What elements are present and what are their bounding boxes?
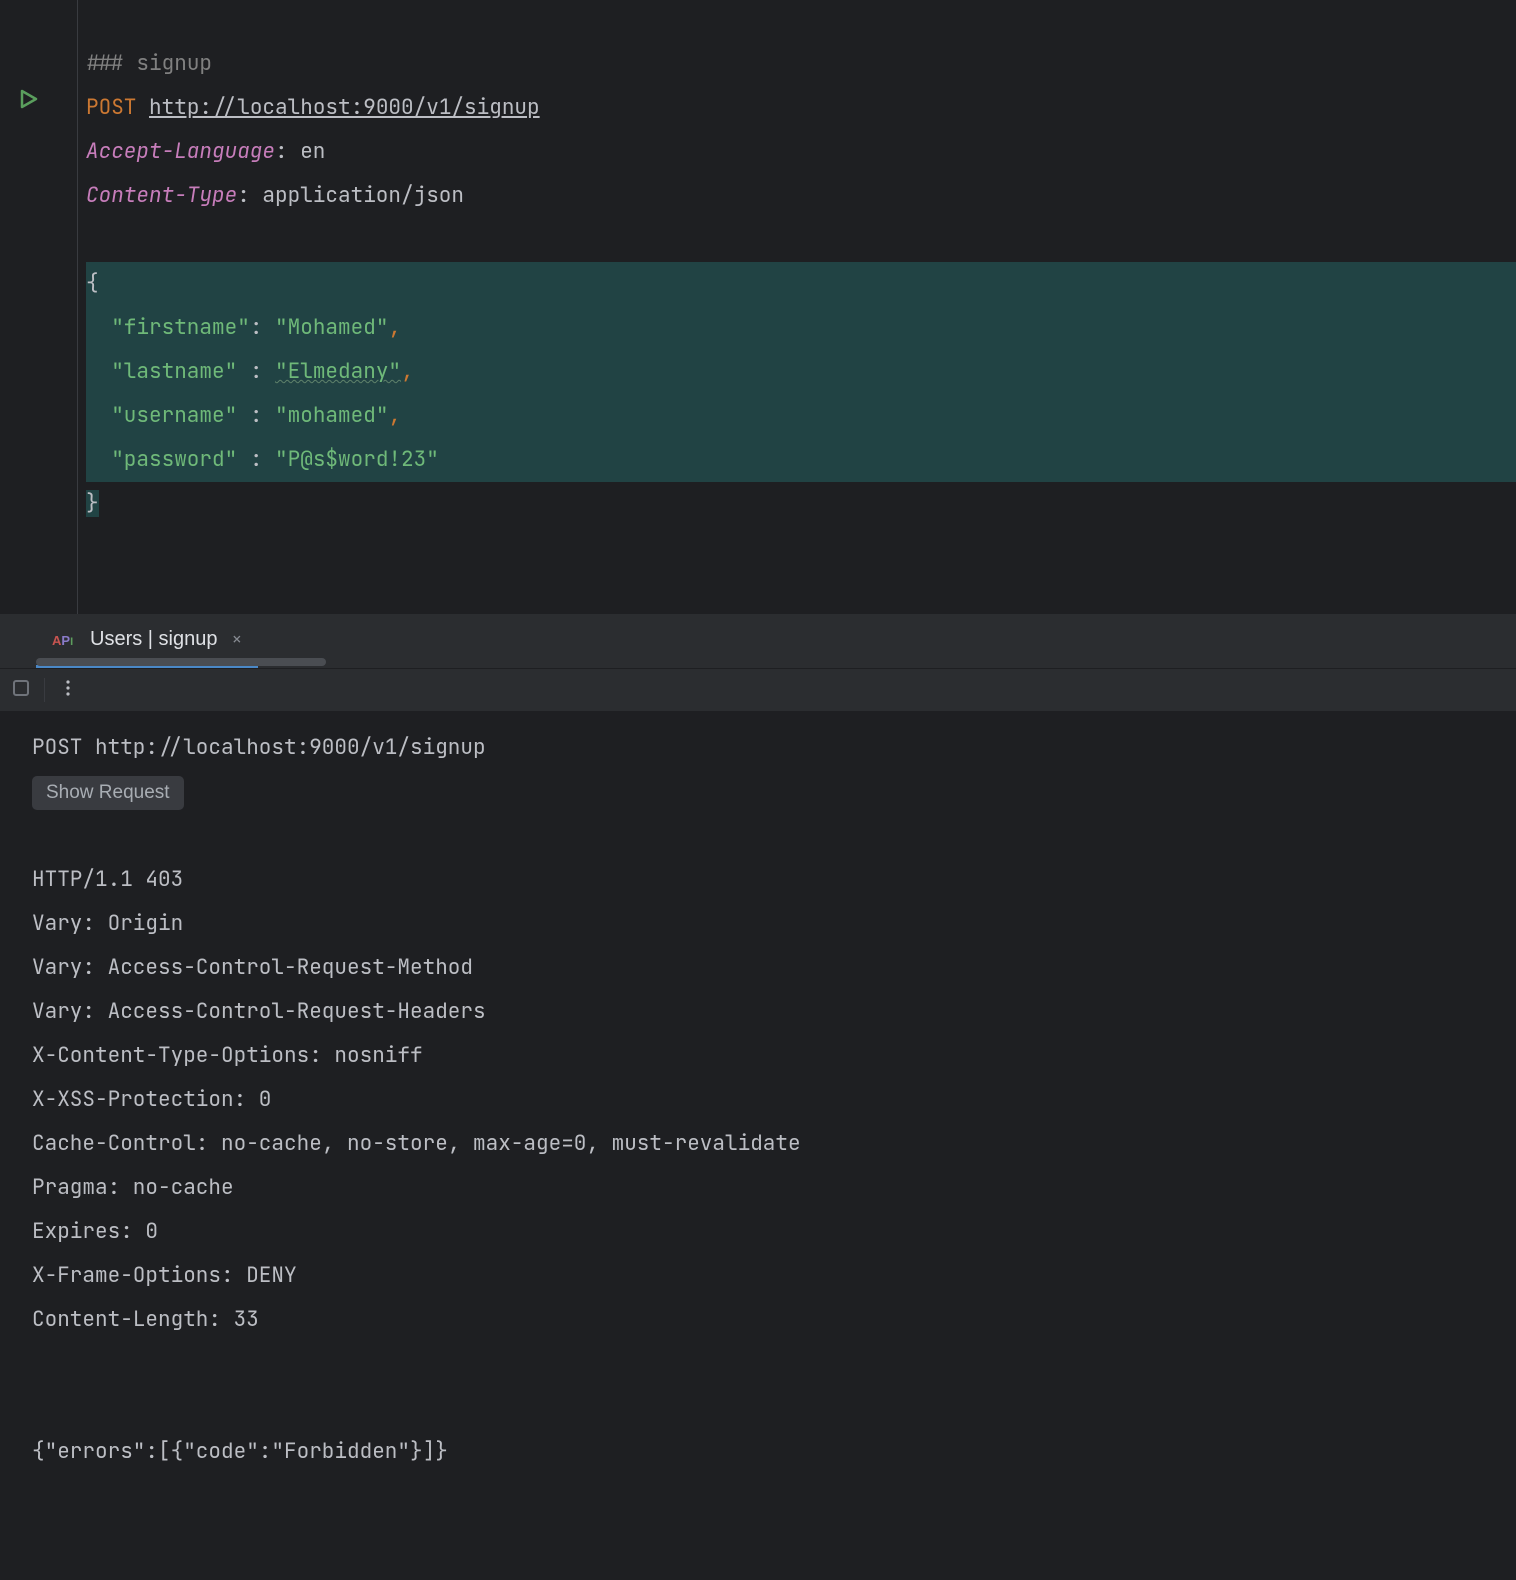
section-header-line: ### signup xyxy=(86,42,1516,86)
response-header: Content-Length: 33 xyxy=(32,1298,1484,1342)
json-field-0: "firstname": "Mohamed", xyxy=(86,306,1516,350)
header-line-0: Accept-Language: en xyxy=(86,130,1516,174)
response-header: X-XSS-Protection: 0 xyxy=(32,1078,1484,1122)
response-header: X-Content-Type-Options: nosniff xyxy=(32,1034,1484,1078)
editor-pane: ### signup POST http://localhost:9000/v1… xyxy=(0,0,1516,614)
json-field-1: "lastname" : "Elmedany", xyxy=(86,350,1516,394)
tab-scrollbar[interactable] xyxy=(36,658,326,666)
tab-title: Users | signup xyxy=(90,624,217,655)
response-header: X-Frame-Options: DENY xyxy=(32,1254,1484,1298)
section-marker: ### xyxy=(86,50,124,77)
svg-text:API: API xyxy=(52,633,73,648)
response-header: Cache-Control: no-cache, no-store, max-a… xyxy=(32,1122,1484,1166)
stop-icon[interactable] xyxy=(12,675,30,706)
response-header: Expires: 0 xyxy=(32,1210,1484,1254)
response-header: Vary: Origin xyxy=(32,902,1484,946)
code-area[interactable]: ### signup POST http://localhost:9000/v1… xyxy=(78,0,1516,614)
json-field-2: "username" : "mohamed", xyxy=(86,394,1516,438)
section-name: signup xyxy=(136,50,212,77)
response-pane[interactable]: POST http://localhost:9000/v1/signup Sho… xyxy=(0,712,1516,1488)
response-request-line: POST http://localhost:9000/v1/signup xyxy=(32,726,1484,770)
response-toolbar xyxy=(0,669,1516,712)
blank-line xyxy=(86,218,1516,262)
more-icon[interactable] xyxy=(59,675,77,706)
run-icon[interactable] xyxy=(18,88,40,110)
json-open: { xyxy=(86,262,1516,306)
response-header: Vary: Access-Control-Request-Headers xyxy=(32,990,1484,1034)
tab-bar: API Users | signup × xyxy=(0,614,1516,669)
http-method: POST xyxy=(86,94,136,121)
response-header: Vary: Access-Control-Request-Method xyxy=(32,946,1484,990)
json-close: } xyxy=(86,482,1516,526)
request-url: http://localhost:9000/v1/signup xyxy=(149,94,540,121)
response-body: {"errors":[{"code":"Forbidden"}]} xyxy=(32,1430,1484,1474)
toolbar-divider xyxy=(44,678,45,702)
response-status-line: HTTP/1.1 403 xyxy=(32,858,1484,902)
close-icon[interactable]: × xyxy=(231,626,242,654)
request-line: POST http://localhost:9000/v1/signup xyxy=(86,86,1516,130)
show-request-button[interactable]: Show Request xyxy=(32,776,184,810)
json-field-3: "password" : "P@s$word!23" xyxy=(86,438,1516,482)
header-line-1: Content-Type: application/json xyxy=(86,174,1516,218)
api-icon: API xyxy=(52,632,76,648)
editor-gutter xyxy=(0,0,78,614)
response-header: Pragma: no-cache xyxy=(32,1166,1484,1210)
